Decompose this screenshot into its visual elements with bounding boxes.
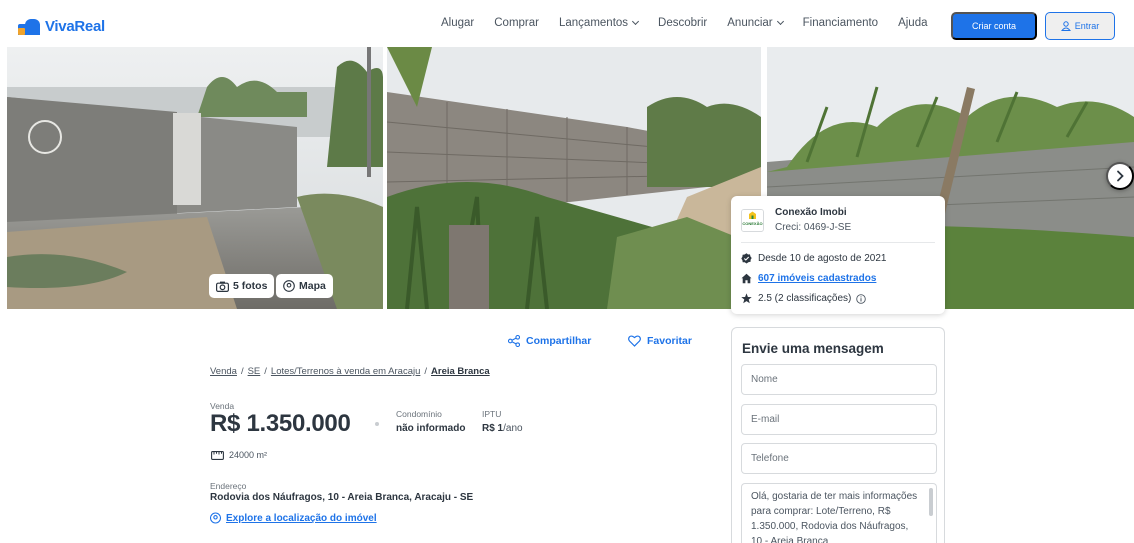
- agency-rating-text: 2.5 (2 classificações): [758, 293, 852, 304]
- property-photo-1[interactable]: [7, 47, 383, 309]
- contact-form: Envie uma mensagem Olá, gostaria de ter …: [731, 327, 945, 543]
- chevron-right-icon: [1117, 170, 1124, 182]
- name-input[interactable]: [741, 364, 937, 395]
- photos-button[interactable]: 5 fotos: [209, 274, 275, 298]
- create-account-button[interactable]: Criar conta: [951, 12, 1037, 40]
- nav-comprar[interactable]: Comprar: [494, 17, 539, 29]
- nav-label: Anunciar: [727, 17, 773, 29]
- nav-label: Alugar: [441, 17, 475, 29]
- agency-since-text: Desde 10 de agosto de 2021: [758, 253, 887, 264]
- agency-since: Desde 10 de agosto de 2021: [741, 253, 886, 264]
- user-icon: [1060, 21, 1071, 31]
- nav-label: Ajuda: [898, 17, 928, 29]
- agency-card: CONEXÃO Conexão Imobi Creci: 0469-J-SE D…: [731, 196, 945, 314]
- agency-name[interactable]: Conexão Imobi: [775, 207, 847, 218]
- contact-form-title: Envie uma mensagem: [742, 341, 884, 356]
- property-photo-2[interactable]: [387, 47, 761, 309]
- agency-rating: 2.5 (2 classificações): [741, 293, 872, 304]
- agency-listings-link[interactable]: 607 imóveis cadastrados: [758, 273, 876, 284]
- nav-financiamento[interactable]: Financiamento: [803, 17, 878, 29]
- condo-label: Condomínio: [396, 409, 442, 419]
- message-scrollbar[interactable]: [929, 488, 933, 516]
- breadcrumb-venda[interactable]: Venda: [210, 366, 237, 377]
- main-nav: Alugar Comprar Lançamentos Descobrir Anu…: [441, 17, 948, 29]
- agency-listings[interactable]: 607 imóveis cadastrados: [741, 273, 876, 284]
- iptu-unit: /ano: [503, 423, 523, 434]
- divider: [741, 242, 935, 243]
- address-label: Endereço: [210, 481, 247, 491]
- chevron-down-icon: [631, 17, 640, 26]
- explore-location-link[interactable]: Explore a localização do imóvel: [210, 512, 377, 524]
- agency-creci: Creci: 0469-J-SE: [775, 222, 852, 233]
- email-input[interactable]: [741, 404, 937, 435]
- brand-name: VivaReal: [45, 18, 105, 35]
- chevron-down-icon: [776, 17, 784, 26]
- agency-logo-text: CONEXÃO: [742, 221, 762, 226]
- gallery-next-button[interactable]: [1106, 162, 1134, 190]
- explore-location-label: Explore a localização do imóvel: [226, 512, 377, 524]
- nav-alugar[interactable]: Alugar: [441, 17, 474, 29]
- ruler-icon: [211, 450, 224, 460]
- breadcrumb: Venda / SE / Lotes/Terrenos à venda em Araca…: [210, 366, 490, 377]
- breadcrumb-state[interactable]: SE: [248, 366, 261, 377]
- price-value: R$ 1.350.000: [210, 410, 351, 437]
- separator-dot: [375, 422, 379, 426]
- share-icon: [508, 335, 520, 347]
- iptu-label: IPTU: [482, 409, 502, 419]
- location-pin-icon: [210, 512, 221, 524]
- verified-badge-icon: [741, 253, 752, 264]
- home-icon: [741, 273, 752, 284]
- photos-count: 5 fotos: [233, 280, 268, 292]
- nav-ajuda[interactable]: Ajuda: [898, 17, 927, 29]
- breadcrumb-neighborhood[interactable]: Areia Branca: [431, 366, 490, 377]
- breadcrumb-category[interactable]: Lotes/Terrenos à venda em Aracaju: [271, 366, 420, 377]
- area-info: 24000 m²: [211, 450, 267, 460]
- favorite-label: Favoritar: [647, 335, 692, 347]
- photo-gallery: 5 fotos Mapa: [7, 47, 1134, 309]
- login-label: Entrar: [1074, 21, 1100, 31]
- info-icon[interactable]: [856, 293, 867, 304]
- phone-input[interactable]: [741, 443, 937, 474]
- nav-lancamentos[interactable]: Lançamentos: [558, 17, 640, 29]
- condo-value: não informado: [396, 423, 466, 434]
- house-logo-icon: [18, 18, 40, 35]
- login-button[interactable]: Entrar: [1045, 12, 1115, 40]
- camera-icon: [216, 281, 229, 292]
- share-label: Compartilhar: [526, 335, 592, 347]
- agency-logo-icon: CONEXÃO: [742, 210, 763, 231]
- share-button[interactable]: Compartilhar: [508, 335, 591, 347]
- iptu-value: R$ 1/ano: [482, 423, 523, 434]
- nav-label: Lançamentos: [558, 17, 629, 29]
- area-value: 24000 m²: [229, 450, 268, 460]
- map-button[interactable]: Mapa: [276, 274, 333, 298]
- nav-descobrir[interactable]: Descobrir: [658, 17, 707, 29]
- map-pin-icon: [283, 280, 295, 292]
- nav-label: Financiamento: [802, 17, 879, 29]
- heart-icon: [628, 335, 641, 347]
- favorite-button[interactable]: Favoritar: [628, 335, 692, 347]
- iptu-amount: R$ 1: [482, 423, 504, 434]
- vivareal-logo[interactable]: VivaReal: [18, 18, 105, 35]
- message-textarea[interactable]: Olá, gostaria de ter mais informações pa…: [741, 483, 937, 543]
- nav-anunciar[interactable]: Anunciar: [727, 17, 784, 29]
- nav-label: Descobrir: [658, 17, 708, 29]
- map-label: Mapa: [299, 280, 326, 292]
- nav-label: Comprar: [494, 17, 539, 29]
- star-icon: [741, 293, 752, 304]
- address-value: Rodovia dos Náufragos, 10 - Areia Branca…: [210, 492, 474, 503]
- site-header: VivaReal Alugar Comprar Lançamentos Desc…: [0, 0, 1134, 50]
- agency-logo[interactable]: CONEXÃO: [741, 209, 764, 232]
